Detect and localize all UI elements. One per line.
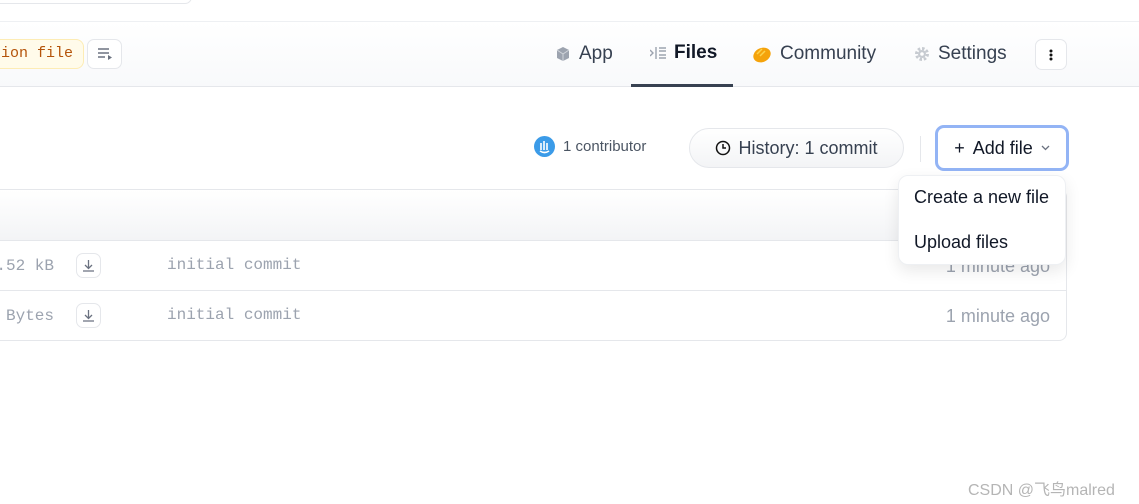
download-icon	[83, 260, 94, 272]
table-row[interactable]: Bytes initial commit 1 minute ago	[0, 291, 1066, 340]
files-icon	[650, 46, 666, 59]
kebab-icon	[1049, 49, 1053, 60]
tab-app[interactable]: App	[555, 21, 613, 87]
cube-icon	[556, 47, 570, 61]
add-file-label: Add file	[972, 137, 1033, 158]
commit-time: 1 minute ago	[945, 306, 1050, 326]
chevron-down-icon	[1041, 145, 1050, 151]
download-button[interactable]	[76, 253, 101, 278]
file-size: .52 kB	[0, 257, 54, 275]
tab-label: App	[579, 43, 613, 64]
divider	[920, 136, 921, 162]
download-icon	[83, 310, 94, 322]
contributor-avatar-icon	[534, 136, 555, 157]
tab-label: Files	[674, 41, 718, 63]
history-label: History: 1 commit	[738, 137, 878, 158]
file-badge[interactable]: ion file	[0, 39, 85, 69]
menu-item-create-new-file[interactable]: Create a new file	[914, 187, 1049, 208]
clock-icon	[716, 140, 731, 156]
tab-community[interactable]: Community	[752, 21, 876, 87]
list-button[interactable]	[87, 39, 122, 69]
more-options-button[interactable]	[1035, 39, 1067, 70]
search-box[interactable]	[0, 0, 192, 4]
file-size: Bytes	[5, 307, 54, 325]
download-button[interactable]	[76, 303, 101, 328]
add-file-dropdown: Create a new file Upload files	[898, 175, 1066, 265]
tab-files[interactable]: Files	[631, 21, 733, 87]
commit-message[interactable]: initial commit	[167, 306, 301, 324]
menu-item-upload-files[interactable]: Upload files	[914, 232, 1008, 253]
tab-settings[interactable]: Settings	[914, 21, 1007, 87]
watermark: CSDN @飞鸟malred	[968, 482, 1115, 499]
gear-icon	[915, 47, 929, 61]
contributors-count: 1 contributor	[563, 138, 647, 155]
contributors-link[interactable]: 1 contributor	[534, 136, 646, 157]
list-icon	[97, 48, 112, 60]
plus-icon: +	[954, 137, 965, 158]
history-button[interactable]: History: 1 commit	[689, 128, 904, 168]
tab-label: Settings	[938, 43, 1007, 64]
tab-label: Community	[780, 43, 877, 64]
commit-message[interactable]: initial commit	[167, 256, 301, 274]
clap-icon	[753, 47, 771, 63]
add-file-button[interactable]: + Add file	[935, 125, 1069, 171]
